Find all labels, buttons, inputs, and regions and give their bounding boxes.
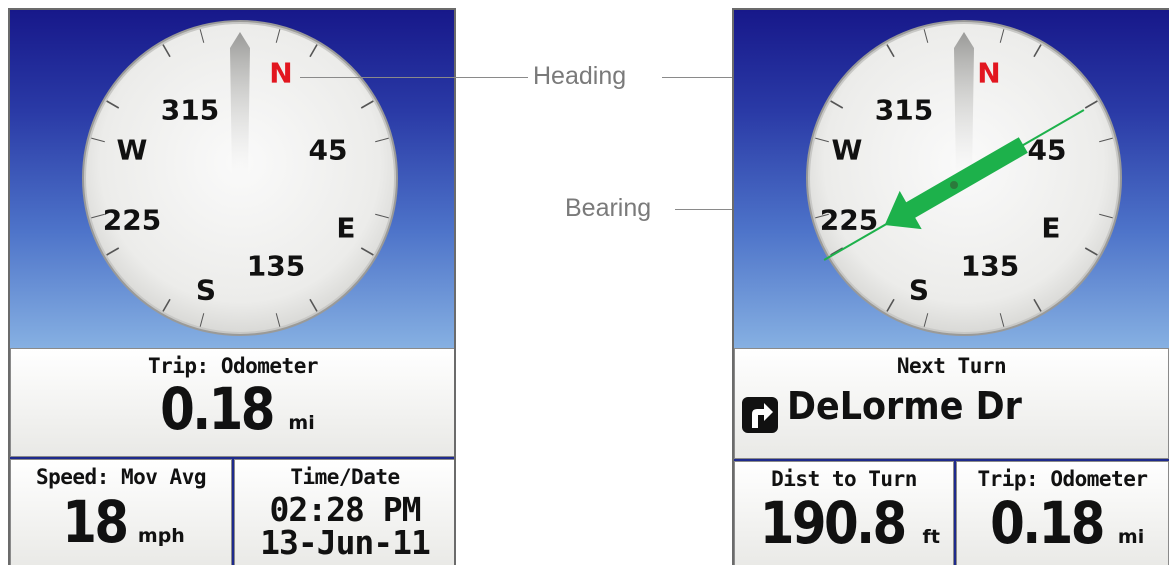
trip-odometer-panel[interactable]: Trip: Odometer 0.18 mi xyxy=(956,461,1169,565)
odometer-panel[interactable]: Trip: Odometer 0.18 mi xyxy=(10,348,454,457)
label-315: 315 xyxy=(875,94,933,127)
east-label: E xyxy=(1041,212,1060,245)
turn-right-icon xyxy=(742,396,778,433)
label-45: 45 xyxy=(309,134,348,167)
dist-to-turn-value: 190.8 xyxy=(759,489,907,557)
west-label: W xyxy=(832,134,863,167)
timedate-title: Time/Date xyxy=(290,465,400,489)
dist-to-turn-unit: ft xyxy=(922,526,940,548)
label-315: 315 xyxy=(161,94,219,127)
bearing-center-dot xyxy=(950,181,958,189)
date-value: 13-Jun-11 xyxy=(260,523,431,562)
next-turn-panel[interactable]: Next Turn DeLorme Dr xyxy=(734,348,1169,459)
south-label: S xyxy=(196,274,216,307)
east-label: E xyxy=(336,212,355,245)
label-225: 225 xyxy=(103,204,161,237)
label-225: 225 xyxy=(820,204,878,237)
bearing-callout: Bearing xyxy=(565,194,652,222)
left-gps-screen: N 315 W 45 225 E 135 S Trip: Odometer 0.… xyxy=(8,8,456,565)
west-label: W xyxy=(117,134,148,167)
label-135: 135 xyxy=(961,250,1019,283)
trip-odometer-unit: mi xyxy=(1117,526,1145,548)
dist-to-turn-title: Dist to Turn xyxy=(771,467,917,491)
south-label: S xyxy=(909,274,929,307)
compass-dial: N 315 W 45 225 E 135 S xyxy=(806,20,1122,336)
odometer-unit: mi xyxy=(288,412,315,434)
dist-to-turn-panel[interactable]: Dist to Turn 190.8 ft xyxy=(734,461,954,565)
heading-needle xyxy=(954,32,974,178)
speed-value: 18 xyxy=(62,488,129,556)
heading-leader-line xyxy=(300,77,528,78)
heading-needle xyxy=(230,32,250,178)
speed-unit: mph xyxy=(137,525,185,547)
street-name: DeLorme Dr xyxy=(787,384,1022,428)
next-turn-title: Next Turn xyxy=(896,354,1007,378)
compass-dial: N 315 W 45 225 E 135 S xyxy=(82,20,398,336)
north-label: N xyxy=(977,57,1000,90)
north-label: N xyxy=(269,57,292,90)
heading-callout: Heading xyxy=(533,62,627,90)
trip-odometer-value: 0.18 xyxy=(989,489,1105,557)
right-gps-screen: N 315 W 45 225 E 135 S Next Turn DeLorme… xyxy=(732,8,1169,565)
odometer-value: 0.18 xyxy=(160,375,275,443)
speed-title: Speed: Mov Avg xyxy=(35,465,207,489)
time-value: 02:28 PM xyxy=(269,490,422,529)
trip-odometer-title: Trip: Odometer xyxy=(977,467,1148,491)
timedate-panel[interactable]: Time/Date 02:28 PM 13-Jun-11 xyxy=(234,459,454,565)
speed-panel[interactable]: Speed: Mov Avg 18 mph xyxy=(10,459,232,565)
label-135: 135 xyxy=(247,250,305,283)
